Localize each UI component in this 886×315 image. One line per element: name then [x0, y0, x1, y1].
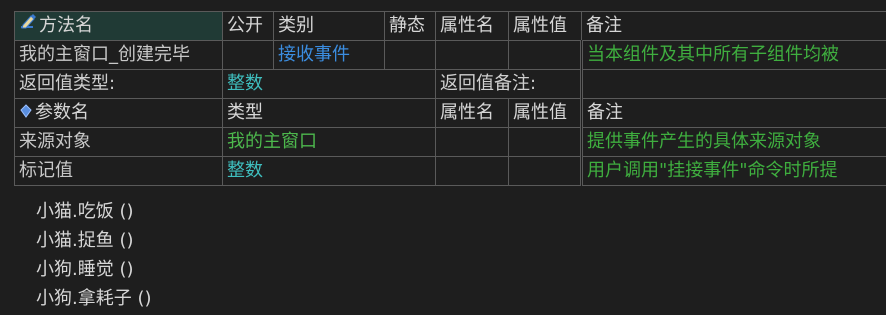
return-type-label: 返回值类型:: [14, 69, 223, 99]
remark-header[interactable]: 备注: [581, 11, 886, 41]
diamond-icon: [19, 100, 33, 127]
method-definition-table: 方法名 公开 类别 静态 属性名 属性值 备注 我的主窗口_创建完毕 接收事件 …: [14, 11, 886, 186]
code-line[interactable]: 小猫.吃饭 (): [36, 197, 134, 226]
param-type-cell[interactable]: 我的主窗口: [222, 127, 436, 157]
param-prop-value-cell[interactable]: [508, 127, 582, 157]
method-prop-name-cell[interactable]: [435, 40, 509, 70]
param-name-cell[interactable]: 标记值: [14, 156, 223, 186]
method-name-header[interactable]: 方法名: [14, 11, 223, 41]
param-name-cell[interactable]: 来源对象: [14, 127, 223, 157]
method-category-cell[interactable]: 接收事件: [273, 40, 385, 70]
param-header-row: 参数名 类型 属性名 属性值 备注: [14, 98, 886, 128]
param-name-header[interactable]: 参数名: [14, 98, 223, 128]
prop-name-header[interactable]: 属性名: [435, 11, 509, 41]
param-name-header-label: 参数名: [35, 102, 89, 123]
param-prop-value-cell[interactable]: [508, 156, 582, 186]
category-header[interactable]: 类别: [273, 11, 385, 41]
prop-value-header[interactable]: 属性值: [508, 11, 582, 41]
code-line[interactable]: 小狗.拿耗子 (): [36, 284, 152, 313]
param-prop-value-header[interactable]: 属性值: [508, 98, 582, 128]
return-row: 返回值类型: 整数 返回值备注:: [14, 69, 886, 99]
code-line[interactable]: 小狗.睡觉 (): [36, 255, 134, 284]
param-prop-name-cell[interactable]: [435, 156, 509, 186]
method-header-row: 方法名 公开 类别 静态 属性名 属性值 备注: [14, 11, 886, 41]
method-name-cell[interactable]: 我的主窗口_创建完毕: [14, 40, 223, 70]
param-remark-cell[interactable]: 提供事件产生的具体来源对象: [580, 127, 886, 157]
return-remark-label: 返回值备注:: [435, 69, 582, 99]
method-name-header-label: 方法名: [39, 15, 93, 36]
param-type-cell[interactable]: 整数: [222, 156, 436, 186]
param-row: 标记值 整数 用户调用"挂接事件"命令时所提: [14, 156, 886, 186]
param-remark-cell[interactable]: 用户调用"挂接事件"命令时所提: [580, 156, 886, 186]
public-header[interactable]: 公开: [222, 11, 274, 41]
method-remark-cell[interactable]: 当本组件及其中所有子组件均被: [580, 40, 886, 70]
method-public-cell[interactable]: [222, 40, 274, 70]
param-prop-name-header[interactable]: 属性名: [435, 98, 509, 128]
param-row: 来源对象 我的主窗口 提供事件产生的具体来源对象: [14, 127, 886, 157]
param-type-header[interactable]: 类型: [222, 98, 436, 128]
pencil-icon: [19, 13, 37, 40]
method-static-cell[interactable]: [384, 40, 436, 70]
param-prop-name-cell[interactable]: [435, 127, 509, 157]
code-line[interactable]: 小猫.捉鱼 (): [36, 226, 134, 255]
return-remark-value[interactable]: [580, 69, 886, 99]
method-prop-value-cell[interactable]: [508, 40, 582, 70]
method-row: 我的主窗口_创建完毕 接收事件 当本组件及其中所有子组件均被: [14, 40, 886, 70]
param-remark-header[interactable]: 备注: [580, 98, 886, 128]
return-type-value[interactable]: 整数: [222, 69, 436, 99]
static-header[interactable]: 静态: [384, 11, 436, 41]
